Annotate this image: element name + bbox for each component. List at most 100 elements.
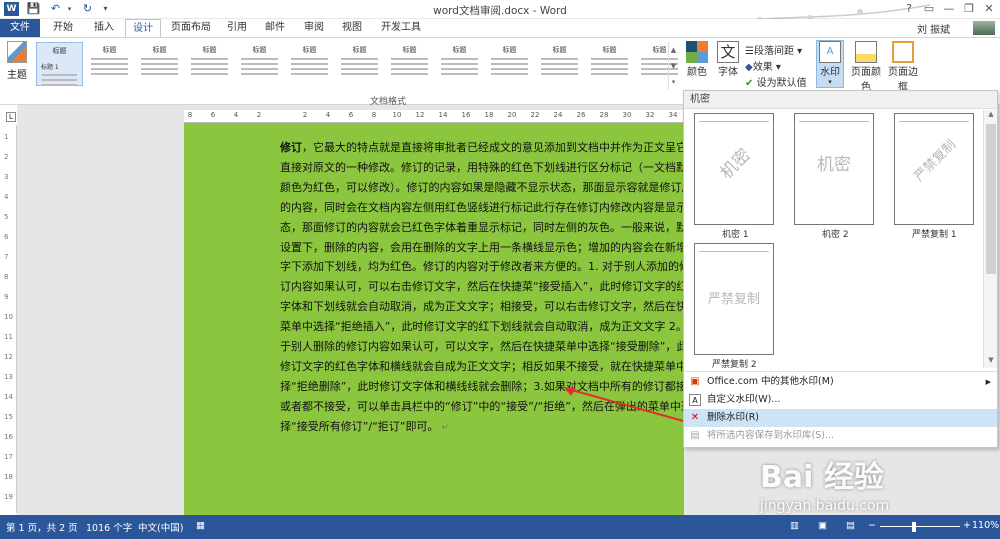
- macro-record-icon[interactable]: ▦: [196, 520, 205, 531]
- word-count[interactable]: 1016 个字: [86, 520, 132, 534]
- tab-references[interactable]: 引用: [222, 19, 252, 37]
- avatar[interactable]: [973, 21, 995, 35]
- vruler-tick-label: 8: [4, 273, 9, 281]
- ribbon-display-options-button[interactable]: ▭: [920, 1, 938, 17]
- help-button[interactable]: ?: [900, 1, 918, 17]
- vruler-tick-label: 2: [4, 153, 9, 161]
- page-color-button[interactable]: 页面颜色: [848, 41, 884, 93]
- watermark-do-not-copy-1[interactable]: 严禁复制 严禁复制 1: [894, 113, 984, 240]
- vruler-tick-label: 9: [4, 293, 9, 301]
- zoom-slider-thumb[interactable]: [912, 522, 916, 532]
- tab-design[interactable]: 设计: [125, 19, 161, 37]
- watermark-confidential-2[interactable]: 机密 机密 2: [794, 113, 884, 240]
- ruler-tick-label: 26: [576, 111, 586, 119]
- web-layout-icon[interactable]: ▤: [846, 520, 855, 531]
- title-bar: W 💾 ↶ ▾ ↻ ▾ word文档审阅.docx - Word ? ▭ — ❐…: [0, 0, 1000, 31]
- watermark-confidential-1[interactable]: 机密 机密 1: [694, 113, 784, 240]
- fonts-label: 字体: [718, 67, 738, 78]
- scroll-down-icon[interactable]: ▼: [984, 356, 998, 368]
- scroll-up-icon[interactable]: ▲: [984, 110, 998, 122]
- style-set-thumbnail[interactable]: 标题: [486, 42, 533, 86]
- page-color-label: 页面颜色: [851, 67, 881, 93]
- custom-watermark-menu-item[interactable]: A 自定义水印(W)...: [684, 391, 997, 409]
- style-set-thumbnail[interactable]: 标题: [386, 42, 433, 86]
- vruler-tick-label: 4: [4, 193, 9, 201]
- save-icon[interactable]: 💾: [26, 2, 41, 16]
- colors-button[interactable]: 颜色: [684, 41, 710, 78]
- ruler-tick-label: 2: [256, 111, 262, 119]
- horizontal-ruler[interactable]: 8 6 4 2 2 4 6 8 10 12 14 16 18 20 22 24 26 28 30 32 34: [184, 110, 684, 123]
- vruler-tick-label: 15: [4, 413, 13, 421]
- user-name[interactable]: 刘 振斌: [917, 21, 950, 36]
- redo-icon[interactable]: ↻: [80, 2, 95, 16]
- tab-file[interactable]: 文件: [0, 19, 40, 37]
- gallery-scrollbar[interactable]: ▲ ▼: [983, 110, 997, 368]
- style-set-thumbnail[interactable]: 标题: [236, 42, 283, 86]
- style-set-thumbnail[interactable]: 标题: [536, 42, 583, 86]
- vertical-ruler[interactable]: 1 2 3 4 5 6 7 8 9 10 11 12 13 14 15 16 17 18 19: [3, 125, 17, 513]
- tab-developer[interactable]: 开发工具: [378, 19, 424, 37]
- chevron-down-icon: ▾: [828, 78, 832, 86]
- vruler-tick-label: 12: [4, 353, 13, 361]
- effects-button[interactable]: ◆效果 ▾: [745, 58, 781, 73]
- zoom-level[interactable]: 110%: [972, 520, 999, 531]
- tab-review[interactable]: 审阅: [298, 19, 330, 37]
- zoom-slider[interactable]: [880, 526, 960, 527]
- tab-page-layout[interactable]: 页面布局: [168, 19, 214, 37]
- vruler-tick-label: 18: [4, 473, 13, 481]
- undo-icon[interactable]: ↶: [48, 2, 63, 16]
- style-set-thumbnail[interactable]: 标题: [586, 42, 633, 86]
- themes-button[interactable]: 主题: [4, 41, 30, 101]
- zoom-in-button[interactable]: +: [963, 520, 971, 531]
- watermark-button[interactable]: A 水印 ▾: [816, 40, 844, 88]
- language[interactable]: 中文(中国): [138, 520, 183, 534]
- more-watermarks-office-com[interactable]: ▣ Office.com 中的其他水印(M) ▶: [684, 373, 997, 391]
- read-mode-icon[interactable]: ▥: [790, 520, 799, 531]
- set-as-default-button[interactable]: ✔ 设为默认值: [745, 74, 807, 89]
- paragraph-spacing-button[interactable]: ☰段落间距 ▾: [745, 42, 802, 57]
- page-borders-button[interactable]: 页面边框: [884, 41, 922, 93]
- page-count[interactable]: 第 1 页，共 2 页: [6, 520, 78, 534]
- word-window: W 💾 ↶ ▾ ↻ ▾ word文档审阅.docx - Word ? ▭ — ❐…: [0, 0, 1000, 539]
- ruler-tick-label: 28: [599, 111, 609, 119]
- status-bar: 第 1 页，共 2 页 1016 个字 中文(中国) ▦ ▥ ▣ ▤ − + 1…: [0, 515, 1000, 539]
- style-set-thumbnail-title: 标题: [152, 46, 167, 54]
- ruler-tick-label: 4: [325, 111, 331, 119]
- tab-mailings[interactable]: 邮件: [260, 19, 290, 37]
- document-page[interactable]: 修订，它最大的特点就是直接将审批者已经成文的意见添加到文档中并作为正文呈它是直接…: [184, 123, 684, 515]
- zoom-out-button[interactable]: −: [868, 520, 876, 531]
- print-layout-icon[interactable]: ▣: [818, 520, 827, 531]
- gallery-scroll[interactable]: ▲ ▼ ▾: [668, 42, 678, 90]
- remove-watermark-menu-item[interactable]: ✕ 删除水印(R): [684, 409, 997, 427]
- vruler-tick-label: 13: [4, 373, 13, 381]
- style-set-thumbnail[interactable]: 标题: [436, 42, 483, 86]
- style-set-thumbnail-title: 标题: [502, 46, 517, 54]
- close-button[interactable]: ✕: [980, 1, 998, 17]
- restore-button[interactable]: ❐: [960, 1, 978, 17]
- save-to-watermark-gallery-menu-item: ▤ 将所选内容保存到水印库(S)...: [690, 430, 835, 441]
- tab-home[interactable]: 开始: [47, 19, 79, 37]
- watermark-label: 水印: [820, 67, 840, 78]
- fonts-button[interactable]: 文 字体: [714, 41, 742, 78]
- vruler-tick-label: 16: [4, 433, 13, 441]
- scroll-thumb[interactable]: [986, 124, 996, 274]
- tab-insert[interactable]: 插入: [88, 19, 120, 37]
- style-set-thumbnail[interactable]: 标题: [286, 42, 333, 86]
- baidu-url: jingyan.baidu.com: [760, 498, 890, 514]
- undo-dropdown-icon[interactable]: ▾: [62, 2, 77, 16]
- style-set-thumbnail[interactable]: 标题: [86, 42, 133, 86]
- tab-selector[interactable]: L: [6, 112, 16, 122]
- style-set-thumbnail[interactable]: 标题: [186, 42, 233, 86]
- document-lead-word: 修订: [280, 141, 302, 154]
- ruler-tick-label: 16: [461, 111, 471, 119]
- vruler-tick-label: 19: [4, 493, 13, 501]
- watermark-do-not-copy-2[interactable]: 严禁复制 严禁复制 2: [694, 243, 784, 370]
- ruler-tick-label: 20: [507, 111, 517, 119]
- style-set-thumbnail[interactable]: 标题: [136, 42, 183, 86]
- minimize-button[interactable]: —: [940, 1, 958, 17]
- style-set-thumbnail-title: 标题: [102, 46, 117, 54]
- customize-quick-access-icon[interactable]: ▾: [98, 2, 113, 16]
- style-set-thumbnail[interactable]: 标题 标题 1: [36, 42, 83, 86]
- tab-view[interactable]: 视图: [336, 19, 368, 37]
- style-set-thumbnail[interactable]: 标题: [336, 42, 383, 86]
